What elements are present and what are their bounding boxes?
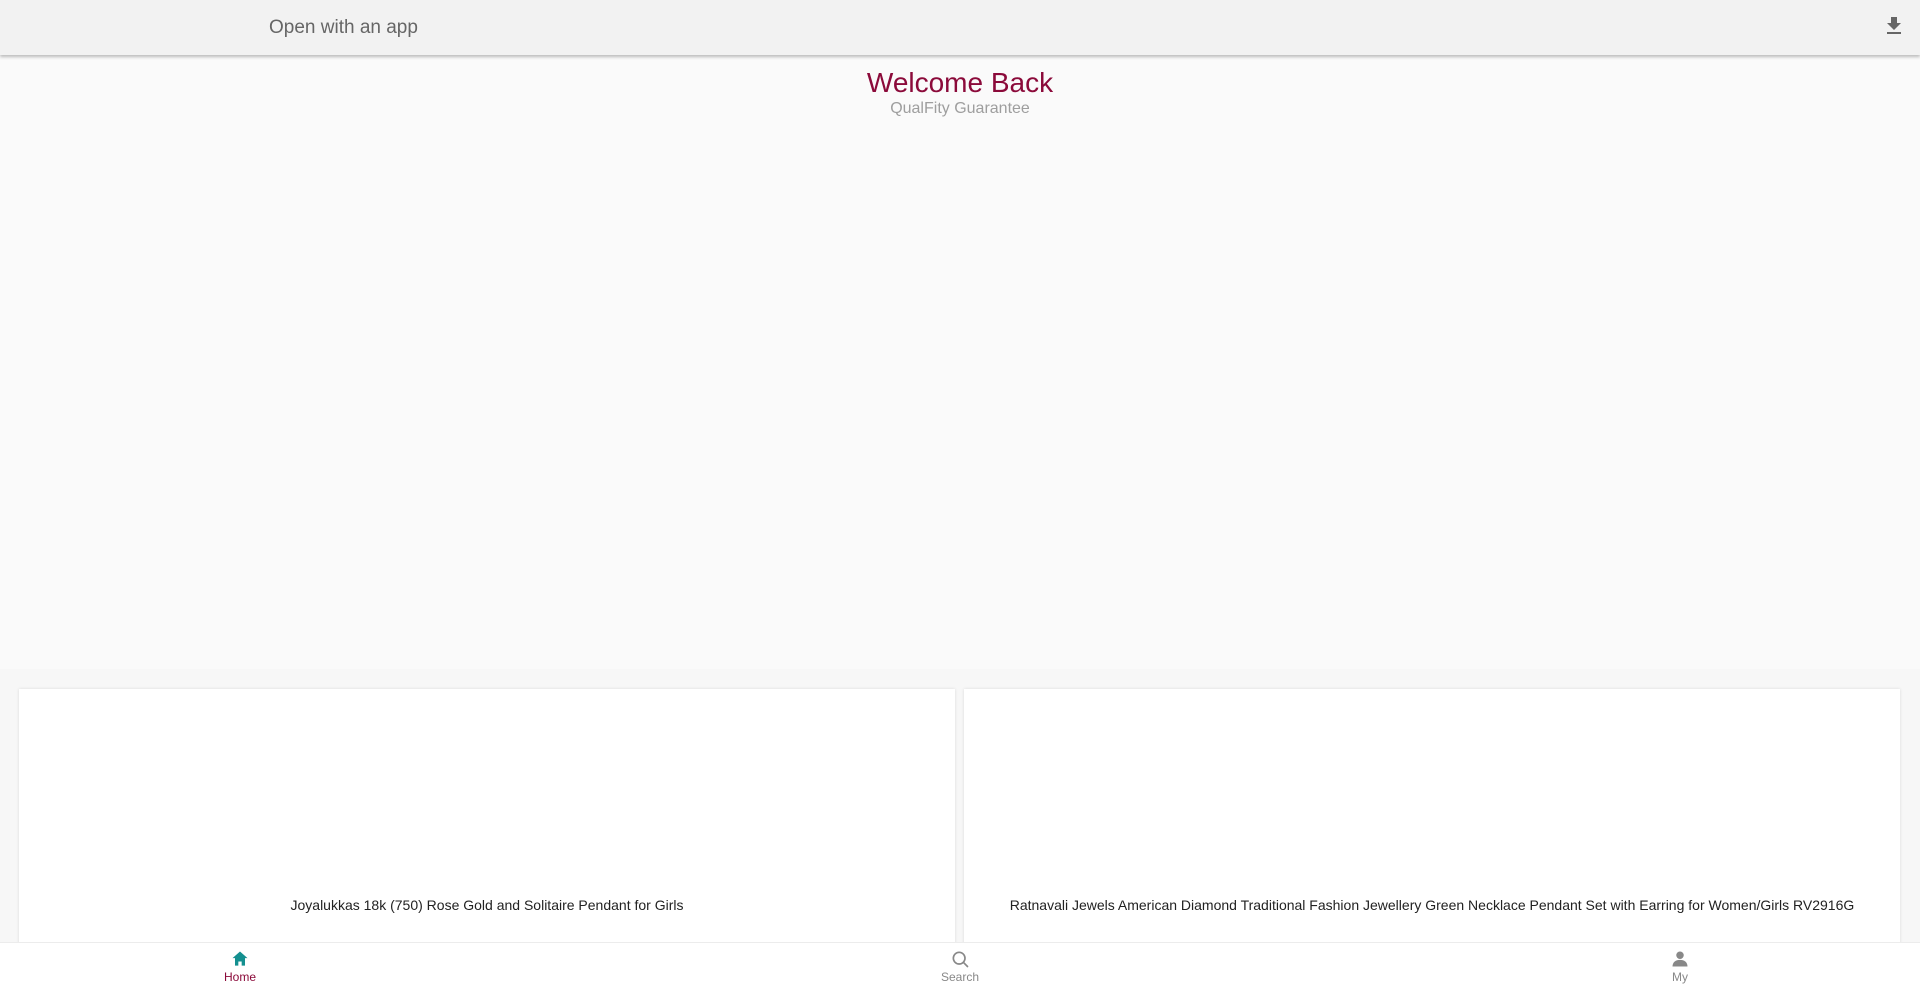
nav-my-label: My <box>1672 970 1688 984</box>
nav-my[interactable]: My <box>1620 949 1740 984</box>
hero-banner: Welcome Back QualFity Guarantee <box>0 55 1920 670</box>
user-icon <box>1672 951 1688 967</box>
guarantee-subtitle: QualFity Guarantee <box>890 100 1030 117</box>
product-card[interactable]: Ratnavali Jewels American Diamond Tradit… <box>964 689 1900 949</box>
home-icon <box>232 951 248 966</box>
nav-search[interactable]: Search <box>900 949 1020 984</box>
product-card[interactable]: Joyalukkas 18k (750) Rose Gold and Solit… <box>19 689 955 949</box>
download-icon[interactable] <box>1882 14 1906 38</box>
product-title: Joyalukkas 18k (750) Rose Gold and Solit… <box>290 897 684 913</box>
nav-search-label: Search <box>940 970 980 984</box>
open-with-app-link[interactable]: Open with an app <box>269 17 418 39</box>
app-banner: Open with an app <box>0 0 1920 55</box>
welcome-title: Welcome Back <box>866 67 1054 98</box>
nav-home-label: Home <box>223 970 256 984</box>
search-icon <box>952 951 969 968</box>
product-title: Ratnavali Jewels American Diamond Tradit… <box>1009 897 1855 913</box>
nav-home[interactable]: Home <box>180 949 300 984</box>
bottom-nav: Home Search My <box>0 942 1920 993</box>
product-grid: Joyalukkas 18k (750) Rose Gold and Solit… <box>0 669 1920 949</box>
